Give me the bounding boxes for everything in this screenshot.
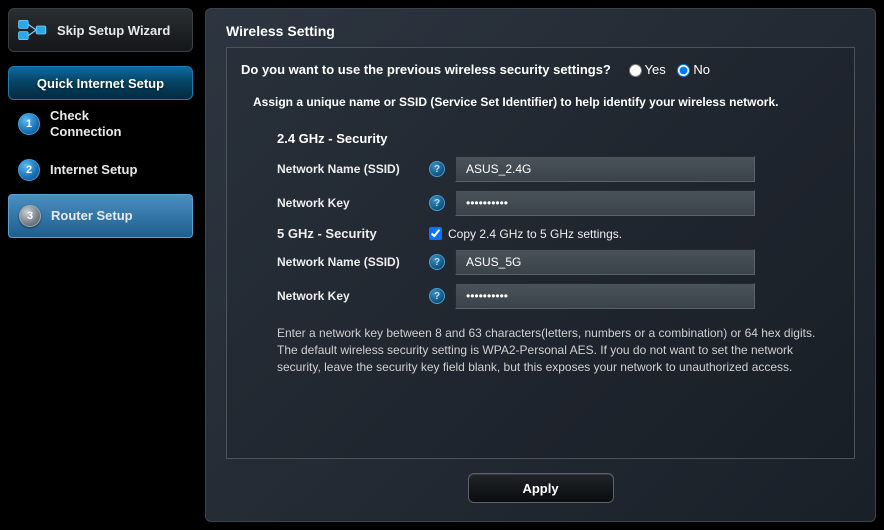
help-icon[interactable]: ? — [429, 195, 445, 211]
row-key-5: Network Key ? — [241, 283, 840, 309]
qis-header: Quick Internet Setup — [8, 66, 193, 100]
prev-yes-option[interactable]: Yes — [621, 62, 666, 77]
copy-settings-label: Copy 2.4 GHz to 5 GHz settings. — [448, 227, 622, 241]
prev-no-radio[interactable] — [677, 64, 690, 77]
row-5ghz-head: 5 GHz - Security Copy 2.4 GHz to 5 GHz s… — [241, 226, 840, 241]
row-ssid-24: Network Name (SSID) ? — [241, 156, 840, 182]
question-text: Do you want to use the previous wireless… — [241, 62, 611, 77]
skip-wizard-icon — [17, 18, 49, 42]
ssid-24-label: Network Name (SSID) — [241, 162, 429, 176]
apply-row: Apply — [226, 473, 855, 503]
copy-settings-checkbox[interactable] — [429, 227, 442, 240]
step-check-connection[interactable]: 1 CheckConnection — [8, 102, 193, 146]
step-number-icon: 2 — [18, 159, 40, 181]
prev-settings-question: Do you want to use the previous wireless… — [241, 62, 840, 77]
step-label: CheckConnection — [50, 108, 122, 139]
note-text: Enter a network key between 8 and 63 cha… — [241, 325, 840, 375]
skip-setup-button[interactable]: Skip Setup Wizard — [8, 8, 193, 52]
help-icon[interactable]: ? — [429, 288, 445, 304]
skip-label: Skip Setup Wizard — [57, 23, 170, 38]
apply-button[interactable]: Apply — [468, 473, 614, 503]
qis-title-text: Quick Internet Setup — [37, 76, 164, 91]
yes-label: Yes — [645, 62, 666, 77]
section-5ghz-title: 5 GHz - Security — [241, 226, 429, 241]
help-icon[interactable]: ? — [429, 161, 445, 177]
prev-no-option[interactable]: No — [669, 62, 710, 77]
key-24-label: Network Key — [241, 196, 429, 210]
main-panel: Wireless Setting Do you want to use the … — [205, 8, 876, 522]
section-24ghz-title: 2.4 GHz - Security — [241, 131, 840, 146]
step-number-icon: 1 — [18, 113, 40, 135]
key-5-input[interactable] — [455, 283, 755, 309]
sidebar: Skip Setup Wizard Quick Internet Setup 1… — [8, 8, 193, 522]
key-24-input[interactable] — [455, 190, 755, 216]
ssid-5-label: Network Name (SSID) — [241, 255, 429, 269]
page-title: Wireless Setting — [226, 23, 855, 39]
step-number-icon: 3 — [19, 205, 41, 227]
row-key-24: Network Key ? — [241, 190, 840, 216]
ssid-5-input[interactable] — [455, 249, 755, 275]
row-ssid-5: Network Name (SSID) ? — [241, 249, 840, 275]
ssid-24-input[interactable] — [455, 156, 755, 182]
help-icon[interactable]: ? — [429, 254, 445, 270]
step-router-setup[interactable]: 3 Router Setup — [8, 194, 193, 238]
no-label: No — [693, 62, 710, 77]
copy-settings-row: Copy 2.4 GHz to 5 GHz settings. — [429, 227, 622, 241]
key-5-label: Network Key — [241, 289, 429, 303]
step-label: Router Setup — [51, 208, 133, 224]
step-internet-setup[interactable]: 2 Internet Setup — [8, 148, 193, 192]
form-box: Do you want to use the previous wireless… — [226, 47, 855, 459]
prev-yes-radio[interactable] — [629, 64, 642, 77]
instruction-text: Assign a unique name or SSID (Service Se… — [253, 95, 840, 109]
app-container: Skip Setup Wizard Quick Internet Setup 1… — [0, 0, 884, 530]
step-label: Internet Setup — [50, 162, 137, 178]
